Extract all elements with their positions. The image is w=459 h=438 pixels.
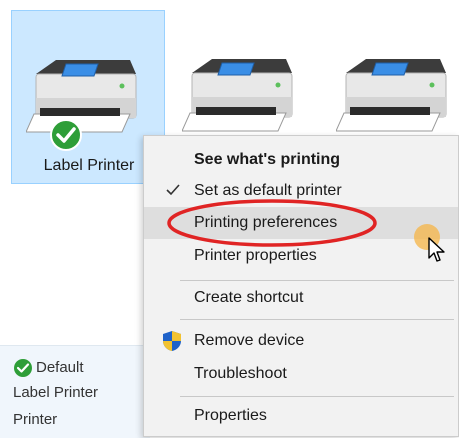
menu-item-label: Remove device [194, 332, 305, 349]
details-name: Label Printer [13, 384, 99, 401]
menu-item-printing-preferences[interactable]: Printing preferences [144, 207, 458, 239]
details-status: Default [36, 359, 84, 376]
menu-item-troubleshoot[interactable]: Troubleshoot [144, 358, 458, 390]
printer-tile-label-printer[interactable]: Label Printer [11, 10, 165, 184]
context-menu: See what's printing Set as default print… [143, 135, 459, 437]
menu-item-see-whats-printing[interactable]: See what's printing [144, 144, 458, 176]
menu-item-label: Create shortcut [194, 289, 304, 306]
menu-item-label: Troubleshoot [194, 365, 287, 382]
menu-item-label: Set as default printer [194, 182, 342, 199]
menu-separator [180, 319, 454, 320]
menu-item-set-default[interactable]: Set as default printer [144, 175, 458, 207]
printer-icon [26, 60, 137, 133]
menu-separator [180, 280, 454, 281]
menu-item-label: See what's printing [194, 151, 341, 168]
details-pane: Default Label Printer Printer [0, 345, 150, 438]
default-check-icon [50, 119, 82, 151]
menu-item-create-shortcut[interactable]: Create shortcut [144, 282, 458, 314]
default-check-icon [14, 359, 32, 377]
menu-item-label: Printing preferences [194, 214, 338, 231]
menu-item-printer-properties[interactable]: Printer properties [144, 240, 458, 272]
menu-item-label: Printer properties [194, 247, 317, 264]
checkmark-icon [166, 184, 180, 196]
menu-separator [180, 396, 454, 397]
mouse-pointer-icon [428, 237, 445, 262]
uac-shield-icon [163, 331, 181, 351]
printer-icon [336, 59, 447, 132]
menu-item-label: Properties [194, 407, 267, 424]
details-category: Printer [13, 411, 58, 428]
menu-item-remove-device[interactable]: Remove device [144, 325, 458, 357]
menu-item-properties[interactable]: Properties [144, 400, 458, 432]
printer-icon [182, 59, 293, 132]
